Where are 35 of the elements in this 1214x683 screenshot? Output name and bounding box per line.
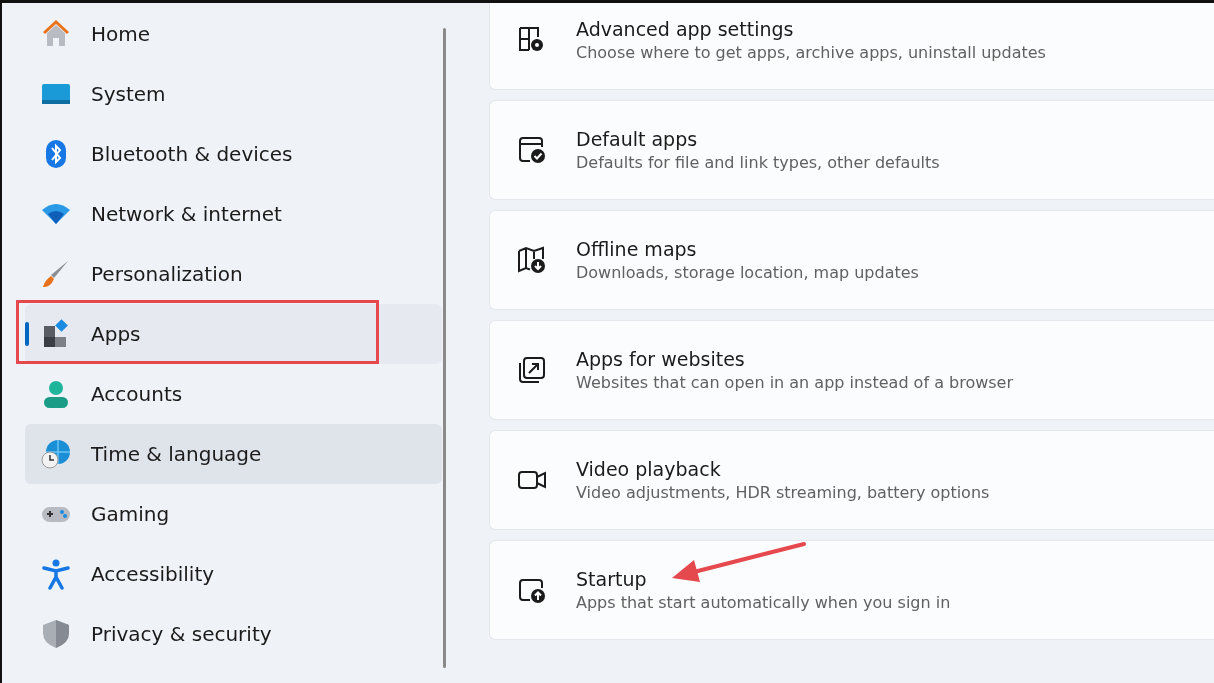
nav-item[interactable]: Privacy & security [25,604,442,664]
map-icon [516,244,548,276]
nav-item[interactable]: Accessibility [25,544,442,604]
nav-item[interactable]: Bluetooth & devices [25,124,442,184]
card-description: Choose where to get apps, archive apps, uninstall updates [576,43,1046,62]
settings-card[interactable]: Video playback Video adjustments, HDR streaming, battery options [489,430,1214,530]
settings-card[interactable]: Default apps Defaults for file and link types, other defaults [489,100,1214,200]
check-window-icon [516,134,548,166]
settings-card[interactable]: Offline maps Downloads, storage location, map updates [489,210,1214,310]
nav-item[interactable]: Network & internet [25,184,442,244]
settings-card[interactable]: Advanced app settings Choose where to get apps, archive apps, uninstall updates [489,3,1214,90]
globe-icon [40,438,72,470]
scrollbar[interactable] [443,28,446,668]
card-description: Downloads, storage location, map updates [576,263,919,282]
nav-item[interactable]: Personalization [25,244,442,304]
link-window-icon [516,354,548,386]
shield-icon [40,618,72,650]
nav-item[interactable]: System [25,64,442,124]
card-title: Apps for websites [576,348,746,370]
settings-card[interactable]: Apps for websites Websites that can open in an app instead of a browser [489,320,1214,420]
nav-item[interactable]: Time & language [25,424,442,484]
nav-item[interactable]: Accounts [25,364,442,424]
card-description: Apps that start automatically when you sign in [576,593,951,612]
accessibility-icon [40,558,72,590]
card-description: Defaults for file and link types, other defaults [576,153,940,172]
card-description: Video adjustments, HDR streaming, battery options [576,483,990,502]
card-title: Offline maps [576,238,698,260]
card-description: Websites that can open in an app instead of a browser [576,373,1014,392]
settings-card[interactable]: Startup Apps that start automatically when you sign in [489,540,1214,640]
nav-item[interactable]: Home [25,4,442,64]
card-title: Video playback [576,458,722,480]
card-title: Default apps [576,128,699,150]
card-title: Advanced app settings [576,18,795,40]
card-title: Startup [576,568,648,590]
nav-item[interactable]: Gaming [25,484,442,544]
